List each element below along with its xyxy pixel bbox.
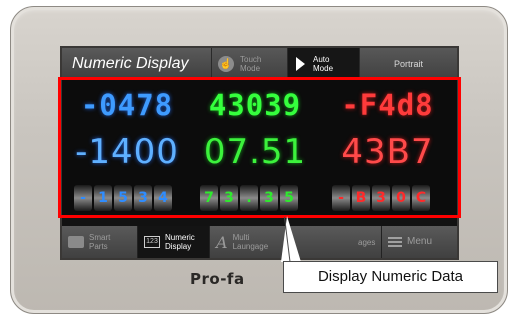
nav-multi-language[interactable]: A Multi Laungage — [210, 226, 290, 258]
nav-label: Multi Laungage — [233, 233, 269, 251]
briefcase-icon — [68, 236, 84, 248]
touch-mode-line1: Touch — [240, 55, 262, 64]
nav-menu-label: Menu — [407, 236, 433, 247]
hand-icon: ☝ — [218, 56, 234, 72]
nav-label-line2: Laungage — [232, 242, 269, 251]
touch-mode-line2: Mode — [240, 64, 261, 73]
auto-mode-line1: Auto — [313, 55, 330, 64]
auto-mode-label: Auto Mode — [313, 55, 333, 73]
callout-label: Display Numeric Data — [283, 261, 498, 293]
touch-mode-button[interactable]: ☝ Touch Mode — [212, 48, 288, 80]
letter-a-icon: A — [216, 232, 228, 252]
bottom-nav: Smart Parts 123 Numeric Display A Multi … — [62, 226, 457, 258]
nav-smart-parts[interactable]: Smart Parts — [62, 226, 138, 258]
nav-label: Numeric Display — [165, 233, 195, 251]
touch-mode-label: Touch Mode — [240, 55, 261, 73]
nav-numeric-display[interactable]: 123 Numeric Display — [138, 226, 210, 258]
nav-label-line2: Parts — [89, 242, 108, 251]
nav-label-line2: ages — [358, 237, 376, 247]
nav-menu[interactable]: Menu — [382, 226, 457, 258]
auto-mode-button[interactable]: Auto Mode — [288, 48, 360, 80]
nav-label: Smart Parts — [89, 233, 110, 251]
top-tab-bar: Numeric Display ☝ Touch Mode Auto Mode P… — [62, 48, 457, 80]
nav-label-line1: Multi — [232, 233, 250, 242]
highlight-frame — [58, 77, 461, 218]
portrait-button[interactable]: Portrait — [360, 48, 457, 80]
auto-mode-line2: Mode — [313, 64, 334, 73]
numeric-display-icon: 123 — [144, 236, 160, 248]
play-icon — [296, 57, 305, 71]
nav-images[interactable]: ages — [290, 226, 382, 258]
menu-icon — [388, 237, 402, 247]
page-title: Numeric Display — [62, 48, 212, 80]
nav-label-line1: Numeric — [165, 233, 195, 242]
brand-logo: Pro-fa — [190, 270, 245, 288]
nav-label: ages — [296, 238, 375, 247]
nav-label-line1: Smart — [89, 233, 111, 242]
nav-label-line2: Display — [165, 242, 192, 251]
